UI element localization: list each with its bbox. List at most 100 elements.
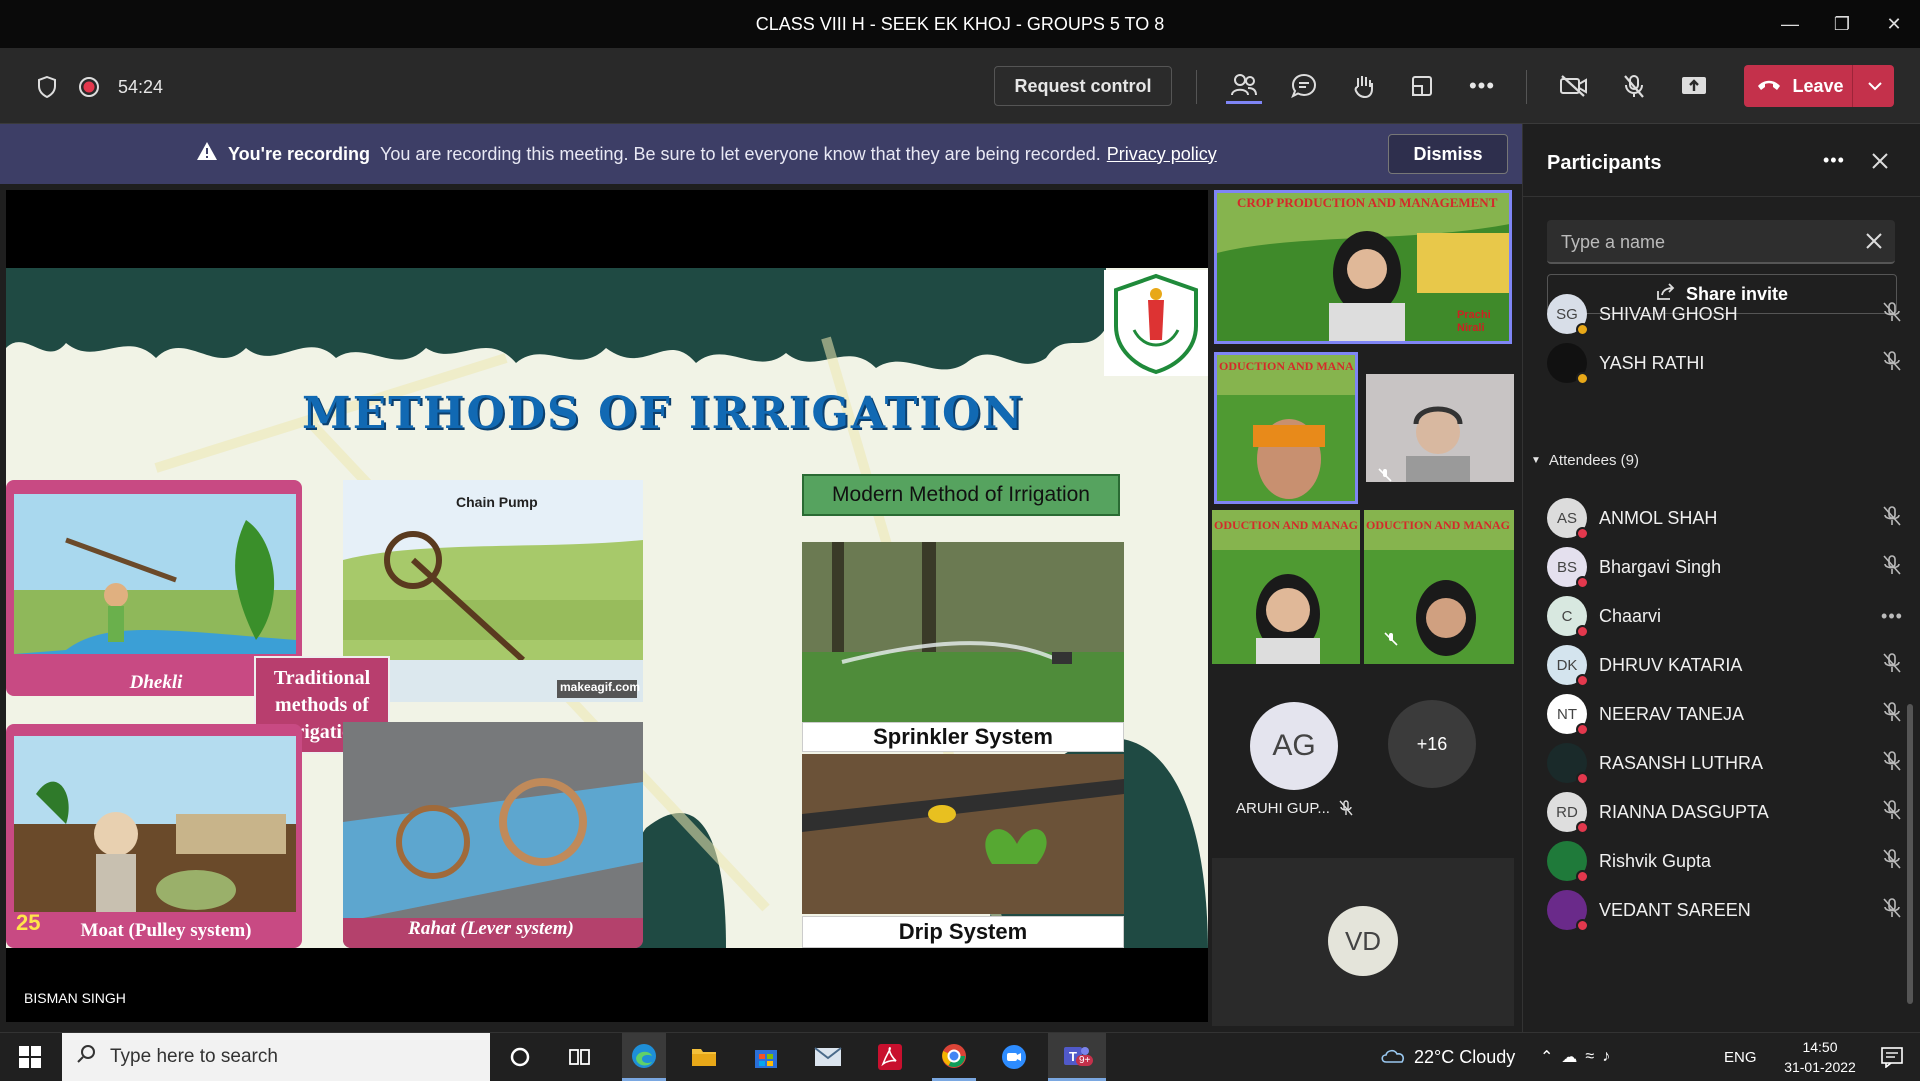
zoom-icon[interactable]: [994, 1041, 1034, 1073]
video-tile-4[interactable]: ODUCTION AND MANAG: [1212, 510, 1360, 664]
meeting-timer: 54:24: [118, 76, 164, 97]
tile-2-banner: ODUCTION AND MANA: [1219, 359, 1354, 373]
participant-mic-off-icon: [1877, 350, 1907, 377]
camera-off-icon[interactable]: [1556, 68, 1592, 104]
rahat-image: [343, 722, 643, 948]
participant-mic-off-icon: [1877, 652, 1907, 679]
dismiss-button[interactable]: Dismiss: [1388, 134, 1508, 174]
participant-avatar: [1547, 841, 1589, 883]
windows-taskbar: Type here to search T 9+ 22°C Cloudy ⌃ ☁: [0, 1032, 1920, 1081]
status-dot: [1576, 674, 1589, 687]
participant-search-input[interactable]: Type a name: [1547, 220, 1895, 264]
participant-row[interactable]: YASH RATHI: [1547, 339, 1907, 387]
dhekli-caption: Dhekli: [129, 672, 183, 693]
notifications-icon[interactable]: [1872, 1041, 1912, 1073]
participant-initials: C: [1561, 607, 1573, 625]
more-actions-icon[interactable]: •••: [1464, 68, 1500, 104]
participant-avatar: AS: [1547, 498, 1589, 540]
chevron-up-icon: ⌃: [1540, 1049, 1562, 1066]
recording-banner: You're recording You are recording this …: [0, 124, 1522, 184]
avatar-ag[interactable]: AG: [1250, 702, 1338, 790]
recording-message: You are recording this meeting. Be sure …: [379, 143, 1101, 164]
raise-hand-icon[interactable]: [1346, 68, 1382, 104]
school-logo: [1104, 270, 1208, 376]
status-dot: [1576, 576, 1589, 589]
participant-name: VEDANT SAREEN: [1599, 899, 1751, 920]
main-tile-banner: CROP PRODUCTION AND MANAGEMENT: [1237, 195, 1498, 210]
store-icon[interactable]: [746, 1041, 786, 1073]
panel-close-icon[interactable]: [1871, 152, 1891, 172]
privacy-policy-link[interactable]: Privacy policy: [1107, 144, 1217, 165]
moat-caption: Moat (Pulley system): [80, 920, 252, 941]
participant-row[interactable]: AS ANMOL SHAH: [1547, 494, 1907, 542]
participant-row[interactable]: C Chaarvi •••: [1547, 592, 1907, 640]
language-indicator[interactable]: ENG: [1724, 1033, 1757, 1081]
participant-row[interactable]: Rishvik Gupta: [1547, 837, 1907, 885]
participant-row[interactable]: DK DHRUV KATARIA: [1547, 641, 1907, 689]
makeagif-watermark: makeagif.com: [560, 680, 641, 694]
attendees-header[interactable]: ▼ Attendees (9): [1531, 452, 1639, 469]
cortana-icon[interactable]: [500, 1041, 540, 1073]
participant-initials: AS: [1556, 509, 1577, 527]
participant-row[interactable]: SG SHIVAM GHOSH: [1547, 290, 1907, 338]
participant-mic-off-icon: [1877, 897, 1907, 924]
clock[interactable]: 14:50 31-01-2022: [1774, 1037, 1866, 1077]
taskbar-search[interactable]: Type here to search: [62, 1033, 490, 1081]
chat-icon[interactable]: [1286, 68, 1322, 104]
video-tile-3[interactable]: [1366, 374, 1514, 482]
participant-avatar: [1547, 890, 1589, 932]
moat-image: [6, 724, 302, 948]
participant-avatar: BS: [1547, 547, 1589, 589]
clock-time: 14:50: [1802, 1039, 1838, 1055]
weather-widget[interactable]: 22°C Cloudy: [1380, 1033, 1515, 1081]
file-explorer-icon[interactable]: [684, 1041, 724, 1073]
drip-image: [802, 754, 1124, 914]
tile-5-banner: ODUCTION AND MANAG: [1366, 518, 1510, 532]
request-control-button[interactable]: Request control: [994, 66, 1172, 106]
sprinkler-image: [802, 542, 1124, 722]
share-screen-icon[interactable]: [1676, 68, 1712, 104]
close-window-button[interactable]: ✕: [1868, 0, 1920, 48]
participant-name: Chaarvi: [1599, 605, 1662, 626]
participant-row[interactable]: VEDANT SAREEN: [1547, 886, 1907, 934]
task-view-icon[interactable]: [560, 1041, 600, 1073]
participant-more-icon[interactable]: •••: [1877, 606, 1907, 627]
people-icon[interactable]: [1226, 68, 1262, 104]
avatar-vd[interactable]: VD: [1328, 906, 1398, 976]
participant-avatar: NT: [1547, 694, 1589, 736]
status-dot: [1576, 919, 1589, 932]
participant-avatar: C: [1547, 596, 1589, 638]
tile-5-mic-off-icon: [1384, 632, 1398, 646]
mic-off-icon[interactable]: [1616, 68, 1652, 104]
shield-icon[interactable]: [34, 74, 60, 100]
edge-icon[interactable]: [622, 1033, 666, 1081]
acrobat-icon[interactable]: [870, 1041, 910, 1073]
panel-scrollbar[interactable]: [1907, 704, 1913, 1004]
teams-icon[interactable]: T 9+: [1048, 1033, 1106, 1081]
chain-pump-label: Chain Pump: [456, 494, 538, 510]
ag-mic-off-icon: [1338, 800, 1354, 816]
more-participants-button[interactable]: +16: [1388, 700, 1476, 788]
participant-row[interactable]: BS Bhargavi Singh: [1547, 543, 1907, 591]
tile-4-banner: ODUCTION AND MANAG: [1214, 518, 1358, 532]
slide-page-number: 25: [16, 910, 41, 935]
chrome-icon[interactable]: [932, 1033, 976, 1081]
system-tray-icons[interactable]: ⌃ ☁ ≈ ♪: [1540, 1033, 1618, 1081]
clear-search-icon[interactable]: [1865, 232, 1883, 255]
rooms-icon[interactable]: [1404, 68, 1440, 104]
participant-row[interactable]: RD RIANNA DASGUPTA: [1547, 788, 1907, 836]
minimize-button[interactable]: —: [1764, 0, 1816, 48]
participant-row[interactable]: NT NEERAV TANEJA: [1547, 690, 1907, 738]
panel-more-icon[interactable]: •••: [1823, 150, 1845, 171]
clock-date: 31-01-2022: [1784, 1059, 1856, 1075]
toolbar-divider: [1196, 70, 1197, 104]
restore-button[interactable]: ❐: [1816, 0, 1868, 48]
leave-options-chevron-icon[interactable]: [1856, 65, 1894, 107]
windows-start-icon[interactable]: [10, 1041, 50, 1073]
leave-label: Leave: [1792, 75, 1844, 96]
mail-icon[interactable]: [808, 1041, 848, 1073]
video-tile-5[interactable]: ODUCTION AND MANAG: [1364, 510, 1514, 664]
video-tile-2[interactable]: ODUCTION AND MANA: [1214, 352, 1358, 504]
video-tile-main[interactable]: CROP PRODUCTION AND MANAGEMENT Prachi Ni…: [1214, 190, 1512, 344]
participant-row[interactable]: RASANSH LUTHRA: [1547, 739, 1907, 787]
